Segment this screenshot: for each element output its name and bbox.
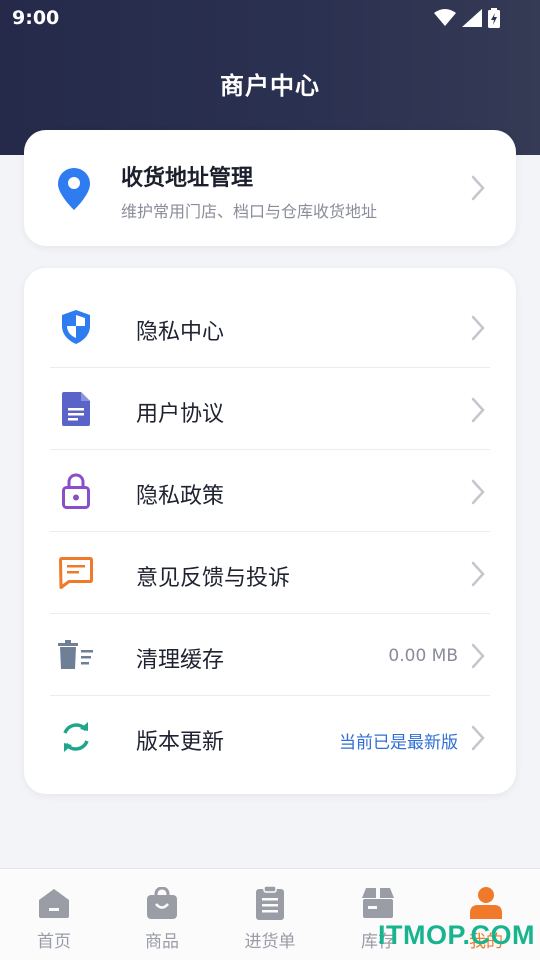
menu-item-privacy-policy[interactable]: 隐私政策 xyxy=(50,450,490,532)
page-title: 商户中心 xyxy=(220,72,320,100)
chevron-right-icon xyxy=(471,175,485,201)
user-icon xyxy=(470,887,502,919)
wifi-icon xyxy=(434,9,456,26)
chevron-right-icon xyxy=(471,643,485,669)
shopping-bag-icon xyxy=(147,887,177,919)
address-card-title: 收货地址管理 xyxy=(121,166,254,191)
address-card-subtitle: 维护常用门店、档口与仓库收货地址 xyxy=(121,202,378,221)
chevron-right-icon xyxy=(471,479,485,505)
tab-products[interactable]: 商品 xyxy=(108,869,216,960)
status-icons xyxy=(434,8,500,28)
status-time: 9:00 xyxy=(12,7,60,29)
refresh-icon xyxy=(63,722,89,752)
menu-item-label: 隐私中心 xyxy=(136,320,225,345)
lock-icon xyxy=(62,473,90,509)
menu-item-privacy-center[interactable]: 隐私中心 xyxy=(50,286,490,368)
tab-purchase-order[interactable]: 进货单 xyxy=(216,869,324,960)
menu-item-label: 清理缓存 xyxy=(136,648,225,673)
home-icon xyxy=(39,889,69,918)
menu-item-clear-cache[interactable]: 清理缓存 0.00 MB xyxy=(50,614,490,696)
tab-label: 进货单 xyxy=(244,932,296,952)
chevron-right-icon xyxy=(471,397,485,423)
location-pin-icon xyxy=(58,168,90,210)
menu-item-version-update[interactable]: 版本更新 当前已是最新版 xyxy=(50,696,490,778)
version-status-value: 当前已是最新版 xyxy=(339,733,458,753)
chevron-right-icon xyxy=(471,315,485,341)
chevron-right-icon xyxy=(471,725,485,751)
signal-icon xyxy=(462,9,482,27)
shield-icon xyxy=(62,310,90,344)
cache-size-value: 0.00 MB xyxy=(388,646,458,666)
tab-label: 商品 xyxy=(145,932,179,952)
tab-home[interactable]: 首页 xyxy=(0,869,108,960)
clipboard-icon xyxy=(256,886,284,920)
watermark: ITMOP.COM xyxy=(378,920,536,950)
menu-item-label: 版本更新 xyxy=(136,730,225,755)
feedback-icon xyxy=(59,557,93,589)
menu-item-label: 隐私政策 xyxy=(136,484,225,509)
menu-item-user-agreement[interactable]: 用户协议 xyxy=(50,368,490,450)
status-bar: 9:00 xyxy=(0,0,540,36)
menu-item-label: 用户协议 xyxy=(136,402,225,427)
battery-icon xyxy=(488,8,500,28)
menu-item-feedback[interactable]: 意见反馈与投诉 xyxy=(50,532,490,614)
tab-label: 首页 xyxy=(37,932,71,952)
chevron-right-icon xyxy=(471,561,485,587)
trash-icon xyxy=(58,640,93,669)
document-icon xyxy=(62,392,90,426)
address-management-card[interactable]: 收货地址管理 维护常用门店、档口与仓库收货地址 xyxy=(24,130,516,246)
inventory-box-icon xyxy=(362,888,394,918)
settings-menu-card: 隐私中心 用户协议 隐私政策 意见反馈与投诉 清理缓存 0.00 MB 版本更新… xyxy=(24,268,516,794)
menu-item-label: 意见反馈与投诉 xyxy=(136,566,291,591)
